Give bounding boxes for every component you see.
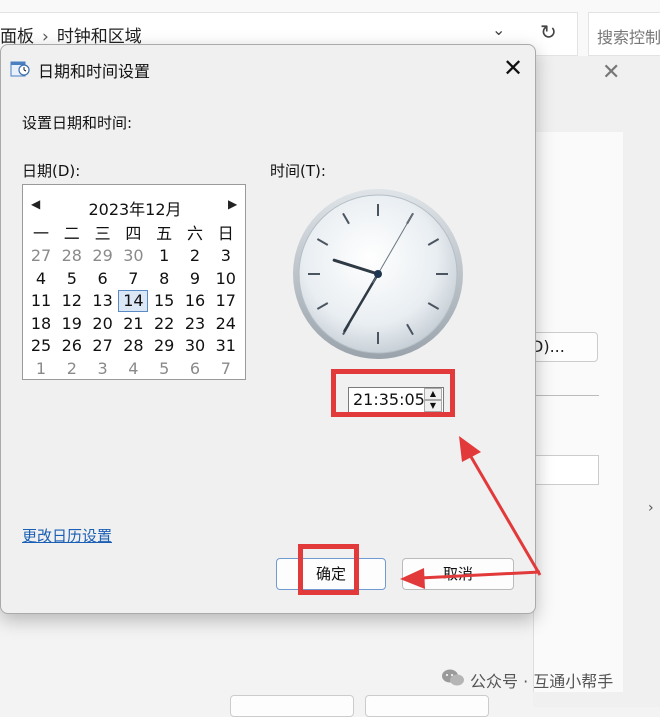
wechat-icon <box>442 669 464 686</box>
arrow-to-ok-shaft <box>419 570 541 580</box>
annotation-arrows <box>400 436 542 589</box>
watermark: 公众号 · 互通小帮手 <box>470 672 614 691</box>
arrow-to-time-shaft <box>468 454 542 576</box>
arrow-to-ok-head <box>400 568 425 589</box>
arrow-to-time-head <box>459 436 481 462</box>
